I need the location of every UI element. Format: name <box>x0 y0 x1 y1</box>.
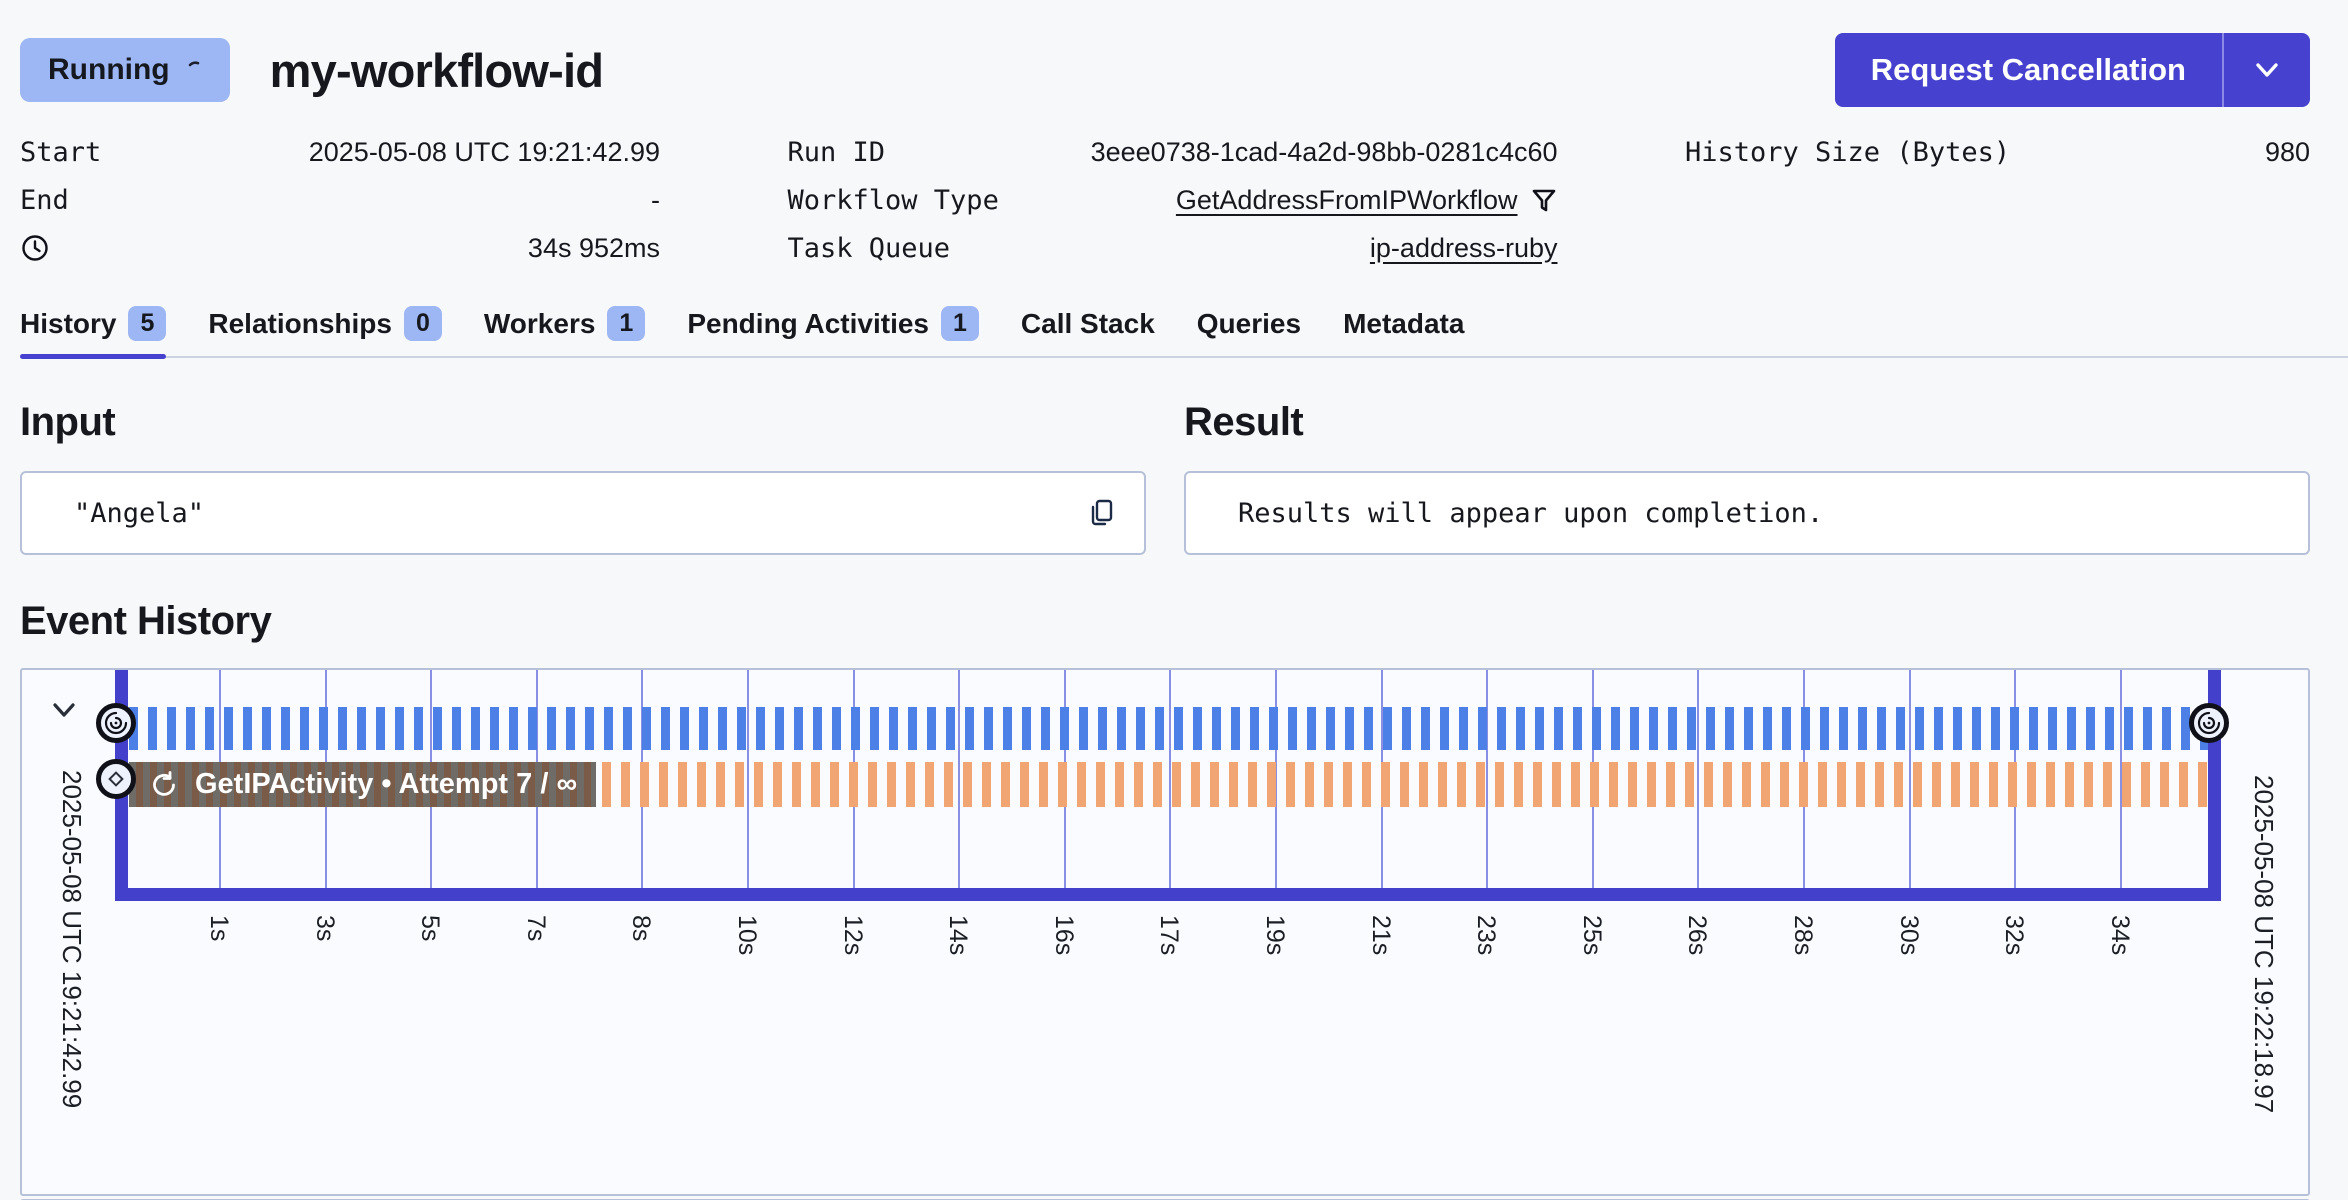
timeline-tick-label: 25s <box>1579 915 1605 955</box>
workflow-details: Start 2025-05-08 UTC 19:21:42.99 End - 3… <box>20 128 2310 272</box>
tab-call-stack[interactable]: Call Stack <box>1021 306 1155 356</box>
timeline-axis <box>115 888 2221 901</box>
temporal-spiral-icon <box>2195 709 2223 737</box>
start-time-value: 2025-05-08 UTC 19:21:42.99 <box>309 137 660 168</box>
tab-count-badge: 1 <box>941 306 979 341</box>
collapse-chevron-icon[interactable] <box>46 698 82 722</box>
activity-retry-bar[interactable] <box>602 762 2208 807</box>
activity-node[interactable] <box>96 759 136 799</box>
detail-label: History Size (Bytes) <box>1685 137 2010 168</box>
input-panel: Input "Angela" <box>20 400 1146 555</box>
detail-label: End <box>20 185 69 216</box>
timeline-tick-label: 7s <box>523 915 549 941</box>
detail-label: Task Queue <box>788 233 951 264</box>
workflow-start-node[interactable] <box>96 703 136 743</box>
spinner-icon <box>184 59 206 81</box>
timeline-tick-label: 3s <box>312 915 338 941</box>
header: Running my-workflow-id Request Cancellat… <box>20 32 2310 108</box>
timeline-tick-label: 10s <box>734 915 760 955</box>
page-title: my-workflow-id <box>270 43 603 98</box>
timeline-tick-label: 17s <box>1156 915 1182 955</box>
retry-icon <box>149 770 179 800</box>
tab-count-badge: 5 <box>128 306 166 341</box>
event-history-timeline: GetIPActivity • Attempt 7 / ∞ 2025-05-08… <box>20 668 2310 1196</box>
history-size-value: 980 <box>2265 137 2310 168</box>
timeline-start-timestamp: 2025-05-08 UTC 19:21:42.99 <box>57 770 87 1108</box>
tab-pending-activities[interactable]: Pending Activities 1 <box>687 306 979 356</box>
workflow-type-link[interactable]: GetAddressFromIPWorkflow <box>1176 185 1518 216</box>
tab-history[interactable]: History 5 <box>20 306 166 356</box>
timeline-tick-label: 14s <box>945 915 971 955</box>
detail-row-end: End - <box>20 176 660 224</box>
filter-icon[interactable] <box>1530 186 1558 214</box>
timeline-tick-label: 26s <box>1684 915 1710 955</box>
copy-icon[interactable] <box>1086 497 1118 529</box>
detail-row-task-queue: Task Queue ip-address-ruby <box>788 224 1558 272</box>
timeline-tick-label: 19s <box>1262 915 1288 955</box>
run-id-value: 3eee0738-1cad-4a2d-98bb-0281c4c60 <box>1091 137 1558 168</box>
workflow-execution-bar[interactable] <box>129 707 2208 750</box>
result-box: Results will appear upon completion. <box>1184 471 2310 555</box>
input-result-section: Input "Angela" Result Results will appea… <box>20 400 2310 555</box>
timeline-tick-label: 30s <box>1896 915 1922 955</box>
result-value: Results will appear upon completion. <box>1238 498 2282 529</box>
timeline-tick-label: 28s <box>1790 915 1816 955</box>
task-queue-link[interactable]: ip-address-ruby <box>1370 233 1558 264</box>
activity-label: GetIPActivity • Attempt 7 / ∞ <box>195 768 577 801</box>
diamond-icon <box>105 768 127 790</box>
tab-bar: History 5 Relationships 0 Workers 1 Pend… <box>20 306 2348 358</box>
detail-label: Workflow Type <box>788 185 999 216</box>
detail-label: Start <box>20 137 101 168</box>
detail-row-start: Start 2025-05-08 UTC 19:21:42.99 <box>20 128 660 176</box>
detail-row-history-size: History Size (Bytes) 980 <box>1685 128 2310 176</box>
temporal-spiral-icon <box>102 709 130 737</box>
tab-relationships[interactable]: Relationships 0 <box>208 306 442 356</box>
detail-row-run-id: Run ID 3eee0738-1cad-4a2d-98bb-0281c4c60 <box>788 128 1558 176</box>
end-time-value: - <box>651 185 660 216</box>
timeline-tick-label: 34s <box>2107 915 2133 955</box>
tab-count-badge: 0 <box>404 306 442 341</box>
activity-bar[interactable]: GetIPActivity • Attempt 7 / ∞ <box>129 762 596 807</box>
timeline-tick-label: 5s <box>417 915 443 941</box>
detail-row-workflow-type: Workflow Type GetAddressFromIPWorkflow <box>788 176 1558 224</box>
timeline-tick-label: 12s <box>840 915 866 955</box>
timeline-end-timestamp: 2025-05-08 UTC 19:22:18.97 <box>2249 775 2279 1113</box>
input-value: "Angela" <box>74 498 1086 529</box>
timeline-tick-label: 32s <box>2001 915 2027 955</box>
detail-row-elapsed: 34s 952ms <box>20 224 660 272</box>
result-panel: Result Results will appear upon completi… <box>1184 400 2310 555</box>
tab-metadata[interactable]: Metadata <box>1343 306 1464 356</box>
workflow-end-node[interactable] <box>2189 703 2229 743</box>
timeline-tick-label: 21s <box>1368 915 1394 955</box>
cancellation-menu-button[interactable] <box>2222 33 2310 107</box>
request-cancellation-button[interactable]: Request Cancellation <box>1835 33 2222 107</box>
event-history-title: Event History <box>20 599 2310 644</box>
timeline-tick-label: 8s <box>628 915 654 941</box>
timeline-tick-label: 1s <box>206 915 232 941</box>
detail-label: Run ID <box>788 137 886 168</box>
timeline-tick-label: 23s <box>1473 915 1499 955</box>
result-title: Result <box>1184 400 2310 445</box>
elapsed-time-value: 34s 952ms <box>528 233 660 264</box>
tab-queries[interactable]: Queries <box>1197 306 1301 356</box>
input-box: "Angela" <box>20 471 1146 555</box>
request-cancellation-button-group: Request Cancellation <box>1835 33 2310 107</box>
clock-icon <box>20 233 50 263</box>
workflow-page: Running my-workflow-id Request Cancellat… <box>20 32 2310 1200</box>
tab-count-badge: 1 <box>607 306 645 341</box>
status-label: Running <box>48 53 170 87</box>
input-title: Input <box>20 400 1146 445</box>
tab-workers[interactable]: Workers 1 <box>484 306 645 356</box>
status-badge[interactable]: Running <box>20 38 230 102</box>
chevron-down-icon <box>2250 59 2284 81</box>
timeline-tick-label: 16s <box>1051 915 1077 955</box>
